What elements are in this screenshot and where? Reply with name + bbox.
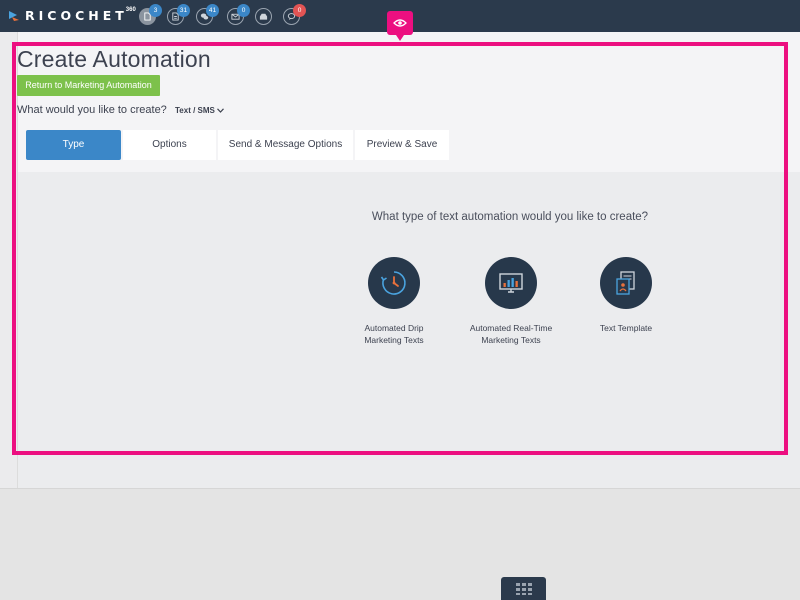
choice-text-template[interactable]: Text Template [571, 257, 681, 334]
document-template-icon [616, 271, 635, 295]
logo-text: RICOCHET [25, 8, 128, 23]
wizard-tabs: Type Options Send & Message Options Prev… [26, 130, 451, 160]
highlight-eye-tag[interactable] [387, 11, 413, 41]
choice-label: Text Template [571, 322, 681, 334]
choice-label: Automated Drip Marketing Texts [339, 322, 449, 346]
choice-automated-real-time[interactable]: Automated Real-Time Marketing Texts [456, 257, 566, 346]
create-type-select-value: Text / SMS [175, 106, 215, 115]
page-title: Create Automation [17, 46, 211, 72]
documents-nav-button[interactable]: 3 [139, 4, 162, 25]
choice-circle [600, 257, 652, 309]
forms-nav-button[interactable]: 31 [167, 4, 190, 25]
tab-send-message-options[interactable]: Send & Message Options [218, 130, 353, 160]
mail-badge: 0 [237, 4, 250, 17]
forms-badge: 31 [177, 4, 190, 17]
tab-preview-save[interactable]: Preview & Save [355, 130, 449, 160]
logo-superscript: 360 [125, 7, 136, 13]
choice-label-line1: Automated Drip [364, 323, 424, 333]
return-to-marketing-automation-button[interactable]: Return to Marketing Automation [17, 75, 160, 96]
choice-label: Automated Real-Time Marketing Texts [456, 322, 566, 346]
left-sidebar-strip [0, 32, 18, 488]
tab-options[interactable]: Options [123, 130, 216, 160]
inbox-nav-button[interactable] [255, 8, 272, 25]
eye-icon [393, 19, 407, 27]
automation-type-question: What type of text automation would you l… [371, 211, 649, 223]
choice-label-line1: Text Template [599, 323, 653, 333]
logo-mark-icon [9, 11, 19, 21]
chevron-down-icon [216, 108, 224, 113]
messages-nav-button[interactable]: 0 [283, 4, 306, 25]
choice-circle [368, 257, 420, 309]
mail-nav-button[interactable]: 0 [227, 4, 250, 25]
chat-badge: 41 [206, 4, 219, 17]
create-type-label: What would you like to create? [17, 104, 167, 116]
choice-automated-drip[interactable]: Automated Drip Marketing Texts [339, 257, 449, 346]
inbox-tray-icon [259, 13, 268, 20]
messages-badge: 0 [293, 4, 306, 17]
choice-label-line2: Marketing Texts [481, 335, 541, 345]
monitor-chart-icon [499, 273, 523, 293]
choice-circle [485, 257, 537, 309]
create-type-select[interactable]: Text / SMS [175, 106, 224, 115]
chat-nav-button[interactable]: 41 [196, 4, 219, 25]
grid-icon [515, 582, 532, 595]
clock-refresh-icon [380, 271, 406, 295]
bottom-area [0, 488, 800, 600]
choice-label-line1: Automated Real-Time [469, 323, 553, 333]
ricochet-logo[interactable]: RICOCHET 360 [8, 7, 136, 25]
tab-type[interactable]: Type [26, 130, 121, 160]
choice-label-line2: Marketing Texts [364, 335, 424, 345]
apps-grid-button[interactable] [501, 577, 546, 600]
documents-badge: 3 [149, 4, 162, 17]
